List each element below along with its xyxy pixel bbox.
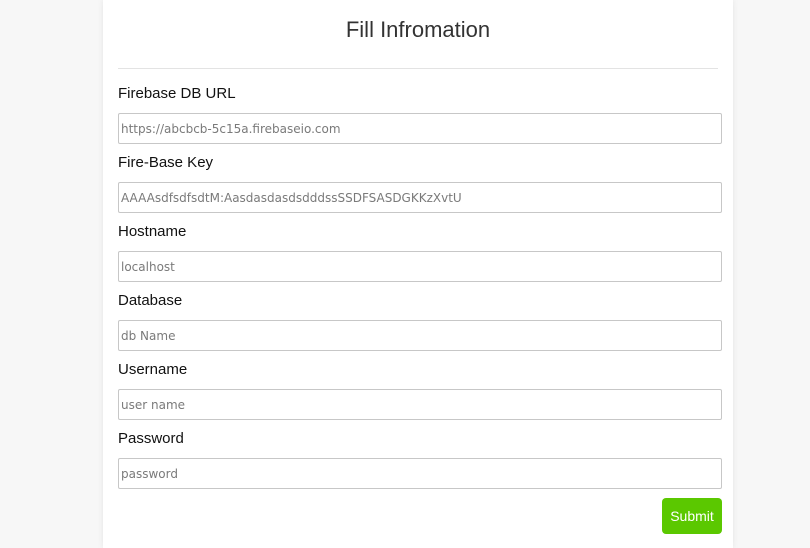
field-username: Username <box>118 361 722 420</box>
database-label: Database <box>118 292 183 309</box>
database-input[interactable] <box>118 320 722 351</box>
password-label: Password <box>118 430 184 447</box>
form-card: Fill Infromation Firebase DB URL Fire-Ba… <box>103 0 733 548</box>
firebase-key-label: Fire-Base Key <box>118 154 214 171</box>
submit-button[interactable]: Submit <box>662 498 722 534</box>
firebase-db-url-input[interactable] <box>118 113 722 144</box>
username-input[interactable] <box>118 389 722 420</box>
page-title: Fill Infromation <box>345 17 491 42</box>
field-hostname: Hostname <box>118 223 722 282</box>
field-database: Database <box>118 292 722 351</box>
firebase-db-url-label: Firebase DB URL <box>118 85 236 102</box>
hostname-input[interactable] <box>118 251 722 282</box>
password-input[interactable] <box>118 458 722 489</box>
firebase-key-input[interactable] <box>118 182 722 213</box>
hostname-label: Hostname <box>118 223 187 240</box>
field-firebase-key: Fire-Base Key <box>118 154 722 213</box>
field-firebase-db-url: Firebase DB URL <box>118 85 722 144</box>
title-divider <box>118 68 718 69</box>
field-password: Password <box>118 430 722 489</box>
username-label: Username <box>118 361 188 378</box>
